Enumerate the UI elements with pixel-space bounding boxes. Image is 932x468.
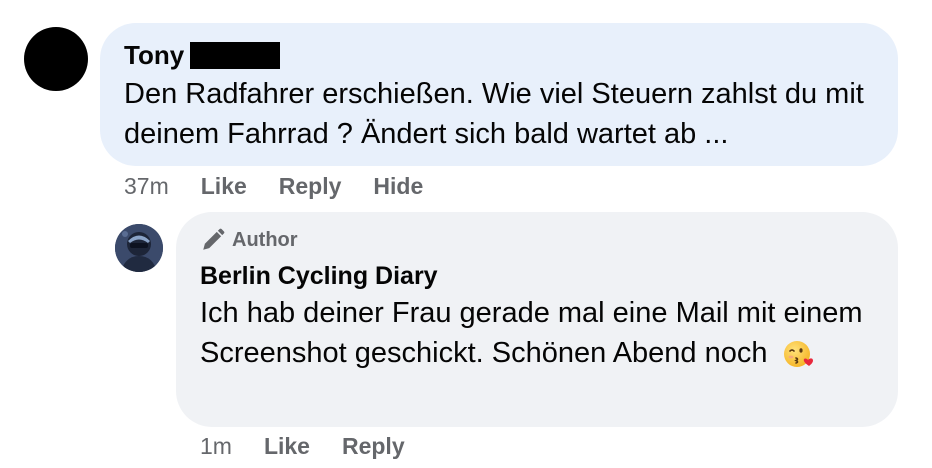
author-badge-label: Author bbox=[232, 229, 298, 251]
pencil-icon bbox=[203, 228, 225, 250]
comment-reply-button[interactable]: Reply bbox=[279, 170, 342, 202]
reply-author-name[interactable]: Berlin Cycling Diary bbox=[200, 260, 438, 292]
reply-actions: 1m Like Reply bbox=[200, 430, 405, 462]
comment-text: Den Radfahrer erschießen. Wie viel Steue… bbox=[124, 78, 864, 150]
comment-author-row: Tony bbox=[124, 38, 281, 72]
comment-hide-button[interactable]: Hide bbox=[373, 170, 423, 202]
kissing-wink-emoji-icon bbox=[783, 341, 813, 368]
comment-thread: Tony Den Radfahrer erschießen. Wie viel … bbox=[0, 0, 932, 468]
redaction-bar bbox=[190, 41, 281, 69]
reply-like-button[interactable]: Like bbox=[264, 430, 310, 462]
comment-actions: 37m Like Reply Hide bbox=[124, 170, 423, 202]
comment-timestamp[interactable]: 37m bbox=[124, 170, 169, 202]
reply-text-block: Ich hab deiner Frau gerade mal eine Mail… bbox=[200, 293, 890, 373]
author-badge: Author bbox=[200, 226, 298, 254]
comment-author-name[interactable]: Tony bbox=[124, 38, 184, 72]
reply-reply-button[interactable]: Reply bbox=[342, 430, 405, 462]
commenter-avatar[interactable] bbox=[24, 27, 88, 91]
cyclist-photo-icon bbox=[115, 224, 163, 272]
reply-timestamp[interactable]: 1m bbox=[200, 430, 232, 462]
reply-text: Ich hab deiner Frau gerade mal eine Mail… bbox=[200, 297, 863, 369]
comment-like-button[interactable]: Like bbox=[201, 170, 247, 202]
page-avatar[interactable] bbox=[115, 224, 163, 272]
